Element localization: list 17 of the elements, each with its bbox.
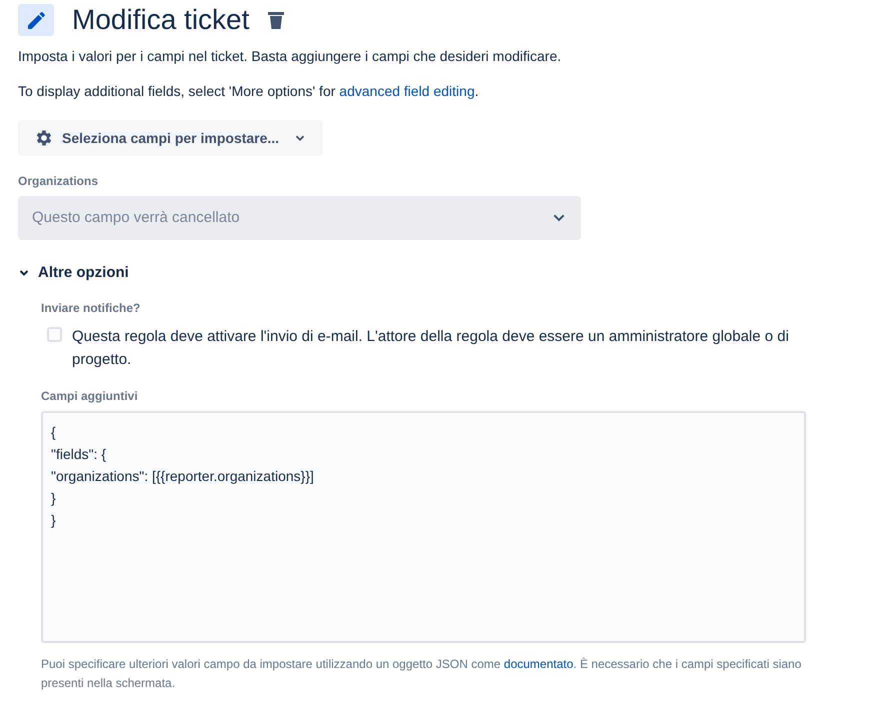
intro-text: Imposta i valori per i campi nel ticket. Basta aggiungere i campi che desideri modificare. bbox=[18, 47, 562, 66]
json-input-field[interactable]: { "fields": { "organizations": [{{reporter.organizations}}] } } bbox=[41, 410, 806, 642]
field-picker-button[interactable]: Seleziona campi per impostare... bbox=[18, 120, 324, 156]
pencil-icon bbox=[28, 12, 44, 28]
page-title: Modifica ticket bbox=[72, 3, 250, 37]
checkbox[interactable] bbox=[47, 326, 62, 342]
help-text: Puoi specificare ulteriori valori campo da impostare utilizzando un oggetto JSON come documentato. È necessario che i campi specificati siano presenti nella schermata. bbox=[41, 656, 802, 692]
trash-icon[interactable] bbox=[267, 10, 286, 30]
advanced-field-editing-link[interactable]: advanced field editing bbox=[339, 83, 475, 99]
field-label: Organizations bbox=[18, 173, 100, 190]
documentation-link[interactable]: documentato bbox=[504, 656, 574, 670]
field-label: Campi aggiuntivi bbox=[41, 388, 139, 404]
checkbox-label: Questa regola deve attivare l'invio di e-mail. L'attore della regola deve essere un amministratore globale o di progetto. bbox=[72, 326, 790, 370]
field-label: Inviare notifiche? bbox=[41, 300, 142, 316]
gear-icon bbox=[34, 128, 54, 148]
info-text: To display additional fields, select 'More options' for advanced field editing. bbox=[18, 82, 480, 101]
more-options-toggle[interactable]: Altre opzioni bbox=[18, 262, 129, 284]
